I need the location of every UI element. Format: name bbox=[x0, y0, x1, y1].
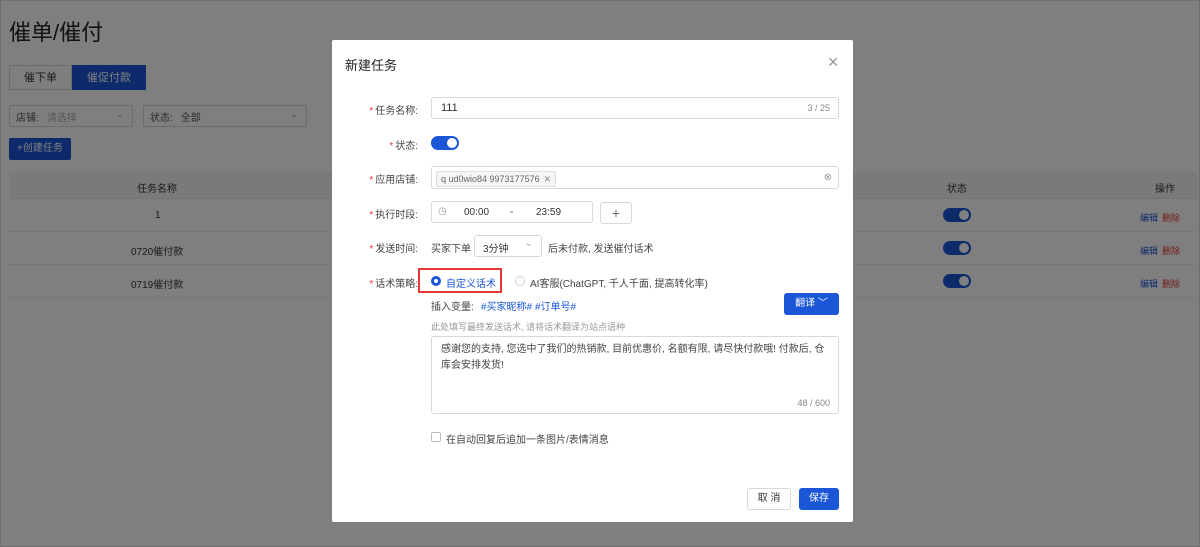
end-time: 23:59 bbox=[536, 207, 562, 218]
add-period-button[interactable]: + bbox=[600, 202, 632, 224]
shop-tag: q ud0wio84 9973177576 ✕ bbox=[436, 171, 557, 187]
custom-script-radio[interactable] bbox=[431, 276, 441, 286]
time-separator: - bbox=[510, 207, 514, 218]
strategy-label: * 话术策略: bbox=[369, 279, 418, 290]
start-time: 00:00 bbox=[464, 207, 490, 218]
send-time-suffix: 后未付款, 发送催付话术 bbox=[548, 244, 654, 255]
insert-variable-label: 插入变量: bbox=[431, 302, 474, 313]
ai-service-label[interactable]: AI客服(ChatGPT, 千人千面, 提高转化率) bbox=[530, 275, 708, 290]
dialog-title: 新建任务 bbox=[345, 58, 398, 73]
period-label: * 执行时段: bbox=[369, 210, 418, 221]
clock-icon: ◷ bbox=[438, 206, 447, 217]
task-name-counter: 3 / 25 bbox=[807, 103, 830, 113]
delay-value: 3分钟 bbox=[483, 244, 509, 255]
shop-select[interactable]: q ud0wio84 9973177576 ✕ ⊗ bbox=[431, 166, 839, 189]
send-time-prefix: 买家下单 bbox=[431, 244, 471, 255]
ai-service-radio[interactable] bbox=[515, 276, 525, 286]
variable-order-number[interactable]: #订单号# bbox=[535, 298, 576, 313]
custom-script-label[interactable]: 自定义话术 bbox=[446, 275, 496, 290]
message-textarea[interactable]: 感谢您的支持, 您选中了我们的热销款, 目前优惠价, 名额有限, 请尽快付款哦!… bbox=[431, 336, 839, 414]
send-time-label: * 发送时间: bbox=[369, 244, 418, 255]
translate-button[interactable]: 翻译 ﹀ bbox=[784, 293, 839, 315]
clear-icon[interactable]: ⊗ bbox=[824, 172, 832, 183]
task-name-label: * 任务名称: bbox=[369, 106, 418, 117]
message-text: 感谢您的支持, 您选中了我们的热销款, 目前优惠价, 名额有限, 请尽快付款哦!… bbox=[441, 344, 825, 371]
chevron-down-icon: ﹀ bbox=[817, 298, 828, 309]
task-name-value: 111 bbox=[441, 102, 458, 114]
task-name-input[interactable]: 111 3 / 25 bbox=[431, 97, 839, 119]
close-icon[interactable]: ✕ bbox=[827, 54, 839, 71]
close-icon[interactable]: ✕ bbox=[544, 174, 552, 184]
message-counter: 48 / 600 bbox=[797, 398, 830, 408]
save-button[interactable]: 保存 bbox=[799, 488, 839, 510]
cancel-button[interactable]: 取 消 bbox=[747, 488, 791, 510]
status-label: * 状态: bbox=[389, 141, 418, 152]
append-image-label[interactable]: 在自动回复后追加一条图片/表情消息 bbox=[446, 431, 609, 446]
append-image-checkbox[interactable] bbox=[431, 432, 441, 442]
status-switch[interactable] bbox=[431, 136, 459, 150]
time-range-picker[interactable]: ◷ 00:00 - 23:59 bbox=[431, 201, 593, 223]
script-hint: 此处填写最终发送话术, 请将话术翻译为站点语种 bbox=[431, 322, 626, 332]
variable-buyer-nickname[interactable]: #买家昵称# bbox=[481, 298, 532, 313]
delay-select[interactable]: 3分钟 ⌄ bbox=[474, 235, 542, 257]
chevron-down-icon: ⌄ bbox=[524, 238, 533, 249]
shop-label: * 应用店铺: bbox=[369, 175, 418, 186]
new-task-dialog: 新建任务 ✕ * 任务名称: 111 3 / 25 * 状态: * 应用店铺: q u… bbox=[332, 40, 853, 522]
